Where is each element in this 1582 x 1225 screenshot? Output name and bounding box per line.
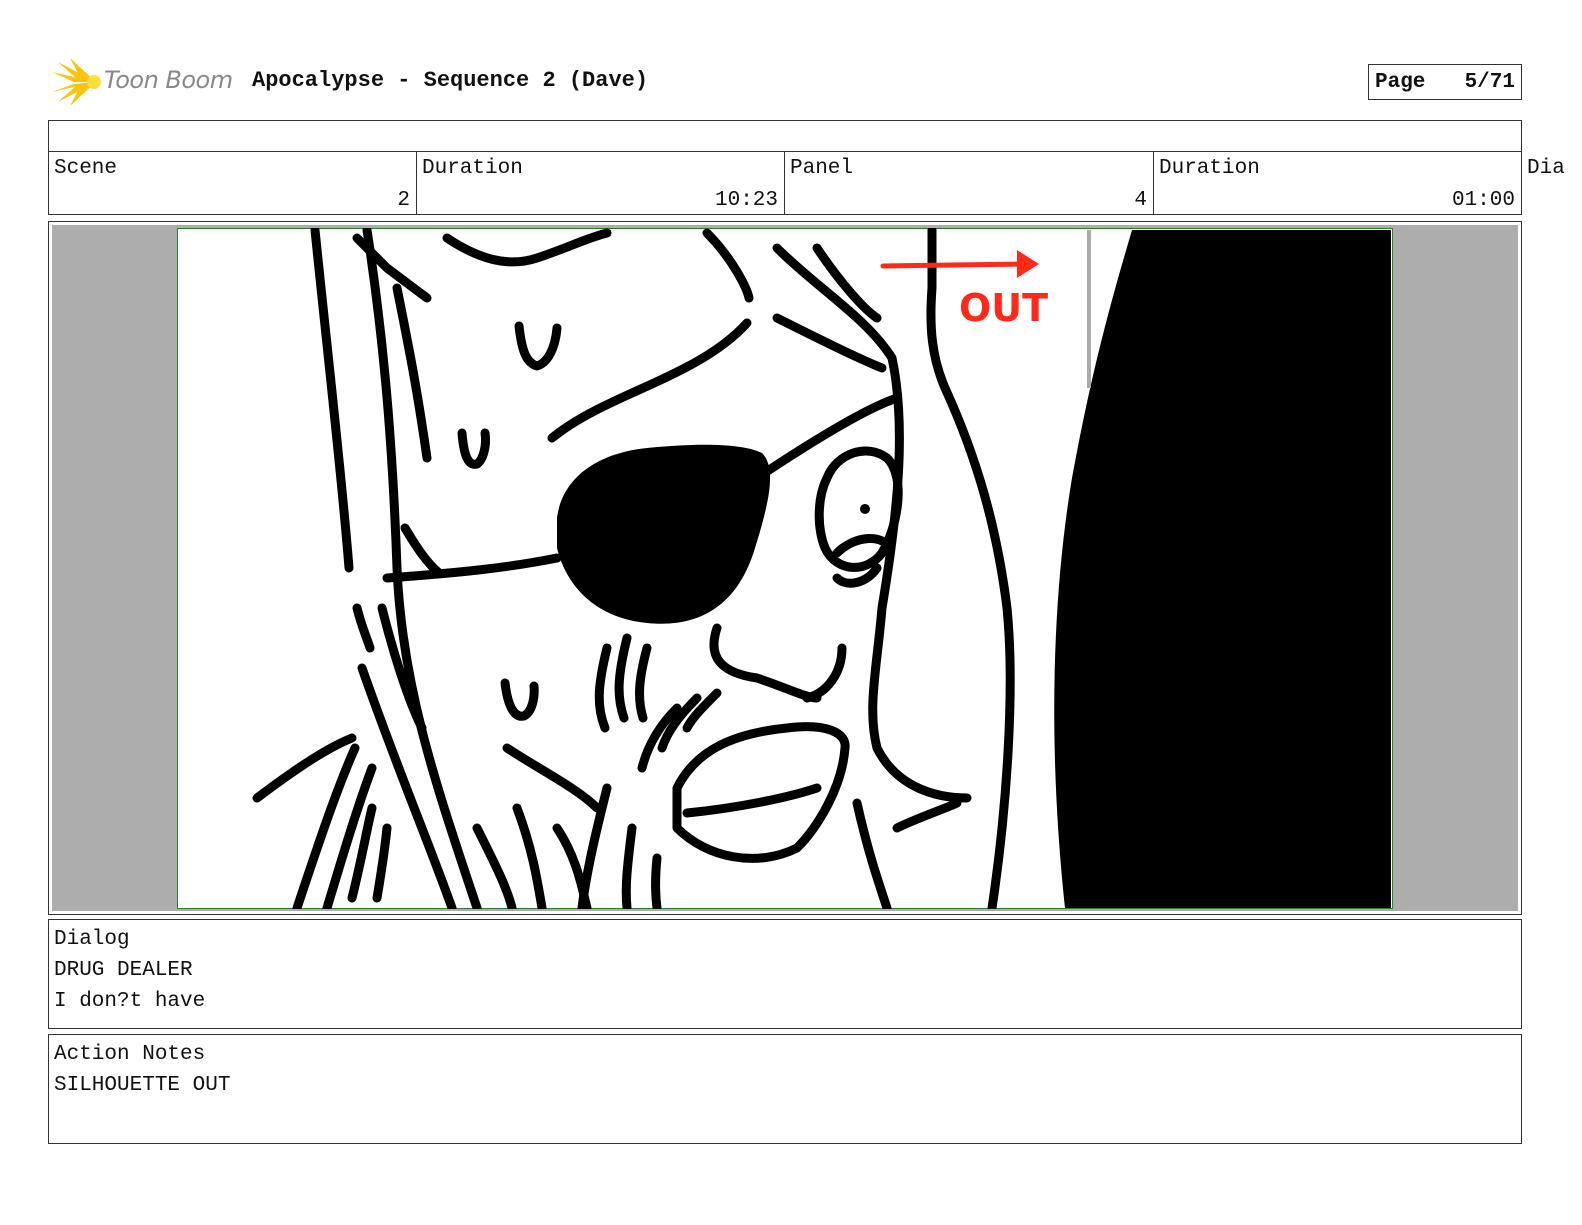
dialog-line: I don?t have: [54, 990, 206, 1013]
panel-duration-cell: Duration 01:00: [1154, 152, 1521, 214]
action-notes-text: SILHOUETTE OUT: [54, 1074, 231, 1097]
toon-boom-logo: Toon Boom: [50, 58, 240, 106]
panel-label: Panel: [790, 157, 854, 180]
panel-value: 4: [1134, 189, 1147, 212]
panel-duration-value: 01:00: [1451, 189, 1515, 212]
action-notes-label: Action Notes: [54, 1043, 206, 1066]
scene-cell: Scene 2: [49, 152, 417, 214]
logo-text: Toon Boom: [104, 66, 233, 94]
page-number: 5/71: [1464, 70, 1515, 94]
action-notes-box: Action Notes SILHOUETTE OUT: [48, 1034, 1522, 1144]
scene-duration-cell: Duration 10:23: [417, 152, 785, 214]
document-title: Apocalypse - Sequence 2 (Dave): [252, 68, 649, 93]
dialog-column-label-clipped: Dia: [1527, 157, 1565, 180]
scene-duration-value: 10:23: [714, 189, 778, 212]
panel-frame: OUT: [48, 221, 1522, 915]
silhouette-shape: [1054, 230, 1391, 908]
dialog-character: DRUG DEALER: [54, 959, 193, 982]
scene-label: Scene: [54, 157, 118, 180]
panel-info-table: Scene 2 Duration 10:23 Panel 4 Duration …: [48, 120, 1522, 215]
page-label: Page: [1375, 70, 1426, 94]
dialog-box: Dialog DRUG DEALER I don?t have: [48, 919, 1522, 1029]
page-header: Toon Boom Apocalypse - Sequence 2 (Dave)…: [48, 56, 1522, 108]
panel-duration-label: Duration: [1159, 157, 1260, 180]
scene-duration-label: Duration: [422, 157, 523, 180]
dialog-label: Dialog: [54, 928, 130, 951]
out-annotation-text: OUT: [959, 286, 1048, 330]
scene-value: 2: [397, 189, 410, 212]
page-indicator: Page 5/71: [1368, 64, 1522, 100]
info-row: Scene 2 Duration 10:23 Panel 4 Duration …: [49, 152, 1521, 214]
storyboard-sketch: OUT: [177, 228, 1393, 909]
starburst-icon: [52, 58, 101, 106]
info-blank-row: [49, 121, 1521, 152]
panel-cell: Panel 4: [785, 152, 1154, 214]
